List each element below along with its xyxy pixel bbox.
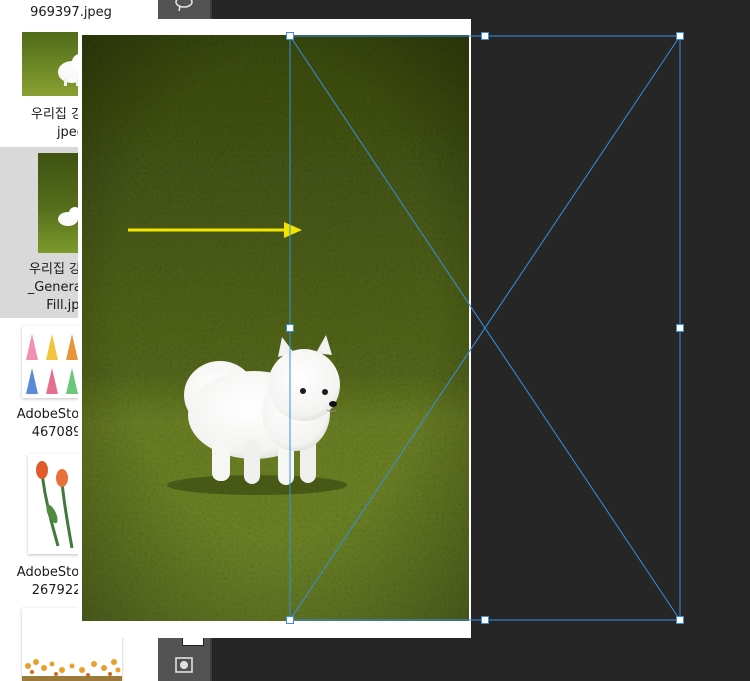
transform-handle-middle-right[interactable] [676, 324, 684, 332]
canvas-image-puppy[interactable] [82, 35, 469, 621]
transform-handle-bottom-right[interactable] [676, 616, 684, 624]
lasso-icon[interactable] [173, 0, 195, 14]
quick-mask-icon[interactable] [173, 654, 195, 676]
transform-handle-top-left[interactable] [286, 32, 294, 40]
transform-handle-bottom-center[interactable] [481, 616, 489, 624]
transform-handle-bottom-left[interactable] [286, 616, 294, 624]
transform-handle-top-right[interactable] [676, 32, 684, 40]
transform-handle-middle-left[interactable] [286, 324, 294, 332]
transform-handle-top-center[interactable] [481, 32, 489, 40]
